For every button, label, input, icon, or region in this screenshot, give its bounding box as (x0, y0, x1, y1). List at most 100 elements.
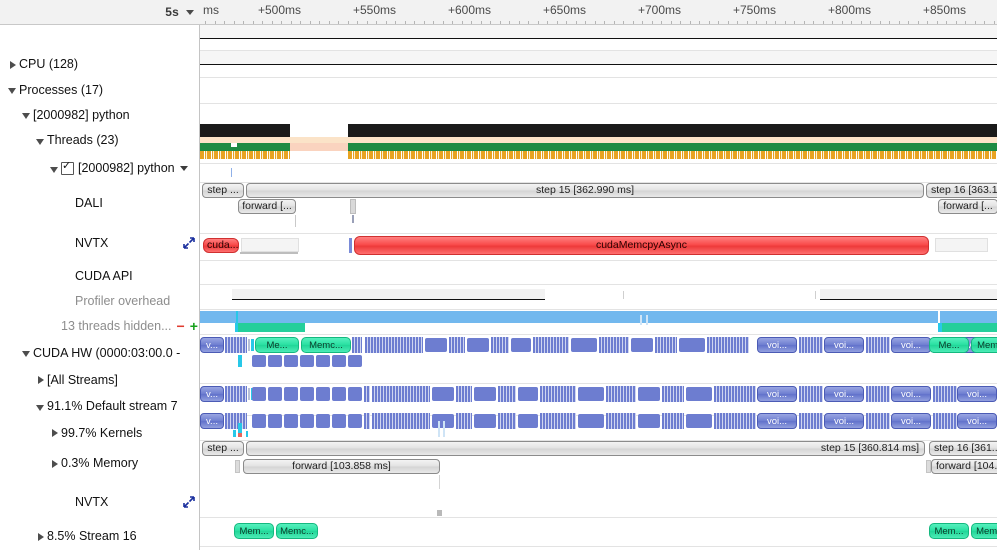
nvtx-hw-forward-right[interactable]: forward [104... (931, 459, 997, 474)
thread-checkbox[interactable] (61, 160, 74, 175)
kernel-block[interactable]: v... (200, 413, 224, 429)
kernel-block[interactable] (578, 414, 604, 428)
chevron-down-icon[interactable] (34, 400, 47, 413)
kernel-block[interactable]: voi... (957, 413, 997, 429)
chevron-right-icon[interactable] (34, 373, 47, 386)
stream16-memcpy[interactable]: Mem... (929, 523, 969, 539)
chevron-down-icon[interactable] (20, 108, 33, 121)
kernel-block[interactable]: voi... (757, 413, 797, 429)
kernel-density-block[interactable] (662, 413, 684, 429)
ruler-minor-tick (262, 21, 263, 24)
ruler-minor-tick (946, 21, 947, 24)
expand-arrows-icon[interactable] (183, 237, 195, 249)
nvtx-hw-small-range[interactable] (926, 460, 931, 473)
stream16-memcpy[interactable]: Memc... (971, 523, 997, 539)
tree-row-cuda-hw-0000-03-00-0[interactable]: CUDA HW (0000:03:00.0 - (0, 338, 199, 367)
memcpy-label: Mem... (934, 525, 964, 537)
kernel-block[interactable] (252, 414, 266, 428)
kernels-lane[interactable]: v...voi...voi...voi...voi...voi...voi... (200, 25, 997, 440)
memory-bar[interactable] (233, 430, 236, 437)
nvtx-hw-step15[interactable]: step 15 [360.814 ms] (246, 441, 925, 456)
chevron-down-icon[interactable] (6, 83, 19, 96)
tree-row-nvtx[interactable]: NVTX (0, 481, 199, 523)
tree-row-processes-17[interactable]: Processes (17) (0, 77, 199, 102)
chevron-down-icon[interactable] (20, 346, 33, 359)
tree-row-2000982-python[interactable]: [2000982] python (0, 102, 199, 127)
chevron-right-icon[interactable] (6, 58, 19, 71)
kernel-block[interactable] (284, 414, 298, 428)
memory-bar[interactable] (246, 431, 248, 437)
tree-row-all-streams[interactable]: [All Streams] (0, 367, 199, 392)
kernel-density-block[interactable] (364, 413, 370, 429)
kernel-block[interactable] (686, 414, 712, 428)
kernel-density-block[interactable] (225, 413, 247, 429)
timeline-tree-panel[interactable]: CPU (128) Processes (17) [2000982] python T… (0, 25, 200, 550)
kernel-block[interactable] (300, 414, 314, 428)
tree-row-label: CUDA HW (0000:03:00.0 - (33, 345, 181, 360)
chevron-right-icon[interactable] (48, 457, 61, 470)
tree-row-2000982-python[interactable]: [2000982] python (0, 153, 199, 183)
ruler-minor-tick (965, 21, 966, 24)
chevron-right-icon[interactable] (48, 426, 61, 439)
kernel-density-block[interactable] (799, 413, 823, 429)
tree-row-8-5-stream-16[interactable]: 8.5% Stream 16 (0, 523, 199, 549)
kernel-density-block[interactable] (456, 413, 472, 429)
tree-row-profiler-overhead[interactable]: Profiler overhead (0, 288, 199, 313)
nvtx-hw-step16[interactable]: step 16 [361... (929, 441, 997, 456)
tree-row-99-7-kernels[interactable]: 99.7% Kernels (0, 420, 199, 445)
tree-row-13-threads-hidden[interactable]: 13 threads hidden... − + (0, 313, 199, 338)
kernel-density-block[interactable] (540, 413, 576, 429)
ruler-minor-tick (205, 21, 206, 24)
kernel-block[interactable] (332, 414, 346, 428)
kernel-density-block[interactable] (606, 413, 636, 429)
chevron-down-icon[interactable] (34, 134, 47, 147)
memory-bar[interactable] (438, 421, 440, 437)
zoom-level-control[interactable]: 5s (0, 0, 200, 24)
collapse-threads-button[interactable]: − (177, 319, 185, 333)
kernel-block[interactable]: voi... (824, 413, 864, 429)
chevron-down-icon[interactable] (48, 162, 61, 175)
kernel-block[interactable] (268, 414, 282, 428)
kernel-block[interactable]: voi... (891, 413, 931, 429)
kernel-block[interactable] (474, 414, 496, 428)
kernel-density-block[interactable] (372, 413, 430, 429)
tree-row-91-1-default-stream-7[interactable]: 91.1% Default stream 7 (0, 392, 199, 420)
ruler-minor-tick (784, 21, 786, 24)
ruler-scale[interactable]: ms +500ms +550ms +600ms +650ms +700ms +750ms +8… (200, 0, 997, 24)
kernel-density-block[interactable] (714, 413, 756, 429)
kernel-block[interactable] (316, 414, 330, 428)
nvtx-hw-forward[interactable]: forward [103.858 ms] (243, 459, 440, 474)
kernel-block[interactable] (638, 414, 660, 428)
stream16-memcpy[interactable]: Memc... (276, 523, 318, 539)
ruler-minor-tick (984, 21, 985, 24)
ruler-minor-tick (414, 21, 415, 24)
tree-row-0-3-memory[interactable]: 0.3% Memory (0, 445, 199, 481)
memory-bar[interactable] (443, 421, 445, 437)
expand-arrows-icon[interactable] (183, 496, 195, 508)
tree-row-cpu-128[interactable]: CPU (128) (0, 51, 199, 77)
tree-row-label: 91.1% Default stream 7 (47, 399, 178, 413)
memory-bar-error[interactable] (238, 433, 242, 437)
chevron-down-icon[interactable] (186, 9, 194, 15)
kernel-block[interactable] (348, 414, 362, 428)
ruler-minor-tick (575, 21, 577, 24)
stream16-memcpy[interactable]: Mem... (234, 523, 274, 539)
tree-row-dali[interactable]: DALI (0, 183, 199, 223)
tree-row-cuda-api[interactable]: CUDA API (0, 263, 199, 288)
no-icon (62, 237, 75, 250)
kernel-density-block[interactable] (933, 413, 957, 429)
kernel-block[interactable] (518, 414, 538, 428)
tree-row-nvtx[interactable]: NVTX (0, 223, 199, 263)
kernel-density-block[interactable] (498, 413, 516, 429)
chevron-right-icon[interactable] (34, 530, 47, 543)
expand-threads-button[interactable]: + (190, 319, 198, 333)
nvtx-hw-small-range[interactable] (235, 460, 240, 473)
tree-row-label: 0.3% Memory (61, 456, 139, 470)
kernel-density-block[interactable] (866, 413, 890, 429)
ruler-minor-tick (737, 21, 738, 24)
nvtx-hw-step-left[interactable]: step ... (202, 441, 244, 456)
row-menu-caret-icon[interactable] (179, 165, 188, 171)
ruler-minor-tick (461, 21, 463, 24)
tree-row-threads-23[interactable]: Threads (23) (0, 127, 199, 153)
timeline-lanes-panel[interactable]: step ... step 15 [362.990 ms] step 16 [3… (200, 25, 997, 550)
